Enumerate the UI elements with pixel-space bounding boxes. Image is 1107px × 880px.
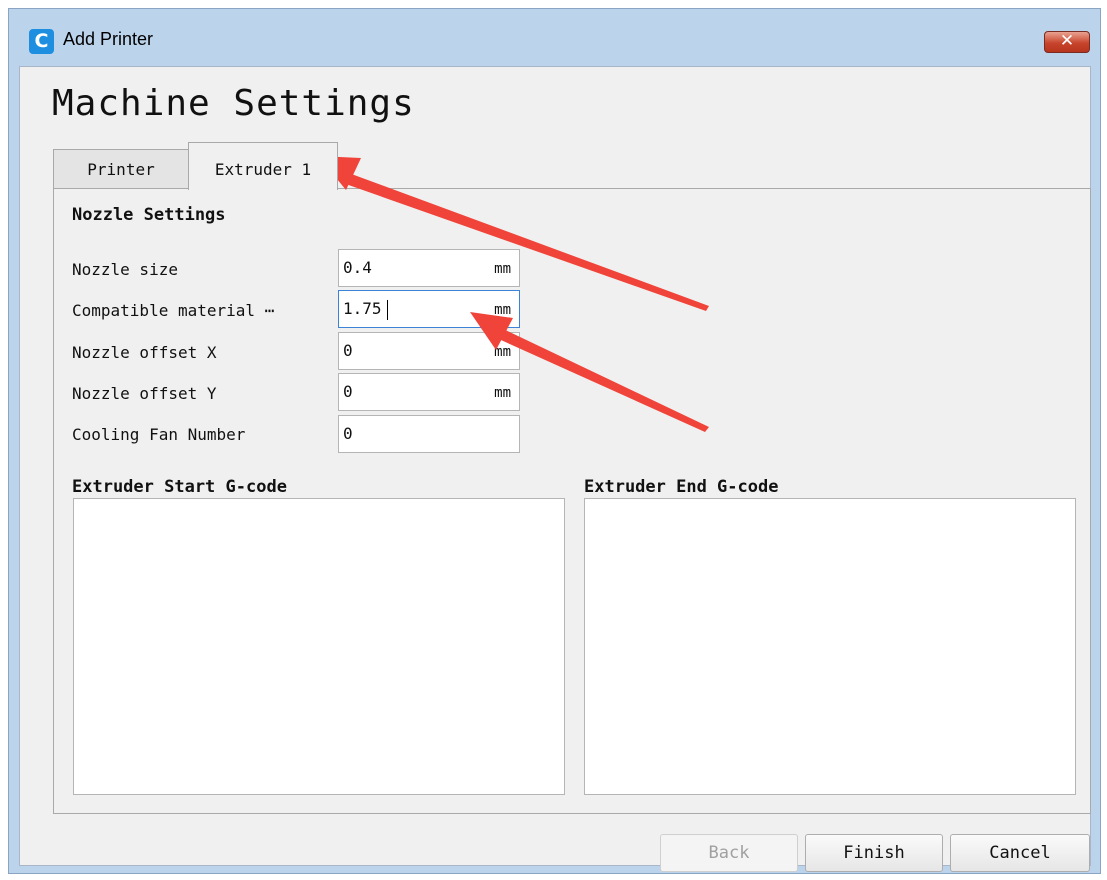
tab-extruder-1[interactable]: Extruder 1 (188, 142, 338, 190)
annotation-arrow-extruder-tab (318, 156, 709, 311)
annotation-overlay (318, 156, 709, 432)
annotation-arrow-compatible-material (470, 312, 709, 432)
